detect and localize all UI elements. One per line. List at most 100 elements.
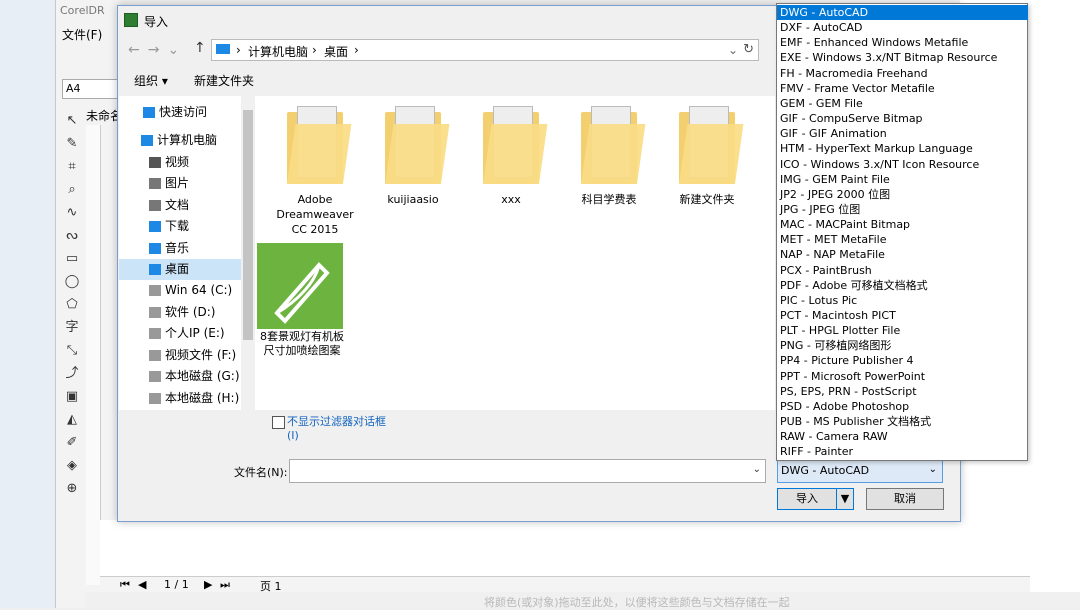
prev-page-icon[interactable]: ◀ [138, 578, 146, 591]
no-filter-dialog-label[interactable]: 不显示过滤器对话框 (I) [287, 415, 386, 443]
file-type-option[interactable]: JP2 - JPEG 2000 位图 [777, 187, 1028, 202]
nav-item[interactable]: 下载 [119, 216, 241, 237]
file-type-option[interactable]: HTM - HyperText Markup Language [777, 141, 1028, 156]
cdr-file-icon[interactable] [257, 243, 343, 329]
pick-tool-icon[interactable]: ↖ [62, 111, 82, 131]
nav-item[interactable]: 桌面 [119, 259, 241, 280]
import-button[interactable]: 导入 [777, 488, 837, 510]
file-type-option[interactable]: PS, EPS, PRN - PostScript [777, 384, 1028, 399]
nav-item[interactable]: 视频文件 (F:) [119, 345, 241, 366]
file-type-option[interactable]: MET - MET MetaFile [777, 232, 1028, 247]
ellipse-tool-icon[interactable]: ◯ [62, 272, 82, 292]
folder-item[interactable]: Adobe Dreamweaver CC 2015 [270, 106, 360, 237]
nav-item[interactable]: 视频 [119, 152, 241, 173]
nav-item[interactable]: 本地磁盘 (H:) [119, 388, 241, 409]
menu-file[interactable]: 文件(F) [62, 26, 102, 43]
file-type-option[interactable]: GIF - CompuServe Bitmap [777, 111, 1028, 126]
no-filter-dialog-checkbox[interactable] [272, 416, 285, 429]
file-type-option[interactable]: GIF - GIF Animation [777, 126, 1028, 141]
file-type-option[interactable]: PP4 - Picture Publisher 4 [777, 353, 1028, 368]
drawing-canvas[interactable] [100, 520, 1075, 580]
file-type-option[interactable]: PUB - MS Publisher 文档格式 [777, 414, 1028, 429]
forward-icon[interactable]: → [148, 42, 168, 58]
address-dropdown-icon[interactable]: ⌄ [728, 43, 738, 57]
nav-item[interactable]: 计算机电脑 [119, 130, 241, 151]
import-options-arrow-icon[interactable]: ▼ [836, 488, 854, 510]
zoom-tool-icon[interactable]: ⌕ [62, 180, 82, 200]
file-type-option[interactable]: RIFF - Painter [777, 444, 1028, 459]
freehand-tool-icon[interactable]: ∿ [62, 203, 82, 223]
next-page-icon[interactable]: ▶ [204, 578, 212, 591]
rectangle-tool-icon[interactable]: ▭ [62, 249, 82, 269]
address-bar[interactable]: › 计算机电脑 › 桌面 › ⌄ ↻ [211, 39, 759, 61]
file-type-option[interactable]: NAP - NAP MetaFile [777, 247, 1028, 262]
checkbox-label-line1: 不显示过滤器对话框 [287, 415, 386, 428]
file-name[interactable]: 8套景观灯有机板尺寸加喷绘图案 [255, 330, 349, 358]
fill-tool-icon[interactable]: ◈ [62, 456, 82, 476]
filename-input[interactable]: ⌄ [289, 459, 766, 483]
drive-icon [149, 307, 161, 318]
polygon-tool-icon[interactable]: ⬠ [62, 295, 82, 315]
organize-button[interactable]: 组织 ▾ [134, 72, 168, 89]
file-type-option[interactable]: DWG - AutoCAD [777, 5, 1028, 20]
add-tool-icon[interactable]: ⊕ [62, 479, 82, 499]
smart-draw-icon[interactable]: ᔓ [62, 226, 82, 246]
nav-item[interactable]: Win 64 (C:) [119, 280, 241, 301]
page-size-field[interactable]: A4 [62, 79, 121, 99]
file-type-option[interactable]: PNG - 可移植网络图形 [777, 338, 1028, 353]
transparency-tool-icon[interactable]: ◭ [62, 410, 82, 430]
file-type-option[interactable]: PCT - Macintosh PICT [777, 308, 1028, 323]
cancel-button[interactable]: 取消 [866, 488, 944, 510]
folder-item[interactable]: 新建文件夹 [662, 106, 752, 207]
file-type-option[interactable]: GEM - GEM File [777, 96, 1028, 111]
chevron-down-icon[interactable]: ⌄ [929, 464, 937, 475]
back-icon[interactable]: ← [128, 42, 148, 58]
file-type-option[interactable]: DXF - AutoCAD [777, 20, 1028, 35]
refresh-icon[interactable]: ↻ [743, 42, 754, 57]
file-type-option[interactable]: FH - Macromedia Freehand [777, 66, 1028, 81]
file-type-option[interactable]: PPT - Microsoft PowerPoint [777, 369, 1028, 384]
file-type-option[interactable]: EXE - Windows 3.x/NT Bitmap Resource [777, 50, 1028, 65]
file-type-option[interactable]: PIC - Lotus Pic [777, 293, 1028, 308]
file-type-option[interactable]: JPG - JPEG 位图 [777, 202, 1028, 217]
nav-item[interactable]: 本地磁盘 (G:) [119, 366, 241, 387]
navigation-scrollbar[interactable] [241, 96, 255, 410]
nav-item[interactable]: 个人IP (E:) [119, 323, 241, 344]
file-type-option[interactable]: EMF - Enhanced Windows Metafile [777, 35, 1028, 50]
last-page-icon[interactable]: ⏭ [220, 578, 230, 592]
nav-item[interactable]: 文档 [119, 195, 241, 216]
file-type-option[interactable]: PDF - Adobe 可移植文档格式 [777, 278, 1028, 293]
shape-tool-icon[interactable]: ✎ [62, 134, 82, 154]
chevron-down-icon[interactable]: ⌄ [753, 464, 761, 475]
nav-item[interactable]: 音乐 [119, 238, 241, 259]
breadcrumb-desktop[interactable]: 桌面 [324, 43, 348, 60]
folder-item[interactable]: xxx [466, 106, 556, 207]
file-type-option[interactable]: ICO - Windows 3.x/NT Icon Resource [777, 157, 1028, 172]
up-folder-icon[interactable]: ↑ [194, 40, 206, 56]
text-tool-icon[interactable]: 字 [62, 318, 82, 338]
nav-item[interactable]: 快速访问 [119, 102, 241, 123]
back-forward-buttons[interactable]: ←→⌄ [128, 42, 187, 58]
folder-item[interactable]: kuijiaasio [368, 106, 458, 207]
scrollbar-thumb[interactable] [243, 110, 253, 340]
eyedropper-icon[interactable]: ✐ [62, 433, 82, 453]
connector-tool-icon[interactable]: ⤴ [62, 364, 82, 384]
file-type-option[interactable]: RAW - Camera RAW [777, 429, 1028, 444]
crop-tool-icon[interactable]: ⌗ [62, 157, 82, 177]
file-type-option[interactable]: PLT - HPGL Plotter File [777, 323, 1028, 338]
dimension-tool-icon[interactable]: ⤡ [62, 341, 82, 361]
first-page-icon[interactable]: ⏮ [120, 578, 130, 592]
folder-item[interactable]: 科目学费表 [564, 106, 654, 207]
new-folder-button[interactable]: 新建文件夹 [194, 72, 254, 89]
file-type-option[interactable]: PSD - Adobe Photoshop [777, 399, 1028, 414]
file-type-option[interactable]: MAC - MACPaint Bitmap [777, 217, 1028, 232]
nav-item[interactable]: 软件 (D:) [119, 302, 241, 323]
file-type-option[interactable]: IMG - GEM Paint File [777, 172, 1028, 187]
breadcrumb-computer[interactable]: 计算机电脑 [248, 43, 308, 60]
drop-shadow-icon[interactable]: ▣ [62, 387, 82, 407]
file-type-select[interactable]: DWG - AutoCAD ⌄ [777, 459, 943, 483]
file-type-option[interactable]: FMV - Frame Vector Metafile [777, 81, 1028, 96]
recent-dropdown-icon[interactable]: ⌄ [167, 42, 187, 58]
nav-item[interactable]: 图片 [119, 173, 241, 194]
file-type-option[interactable]: PCX - PaintBrush [777, 263, 1028, 278]
